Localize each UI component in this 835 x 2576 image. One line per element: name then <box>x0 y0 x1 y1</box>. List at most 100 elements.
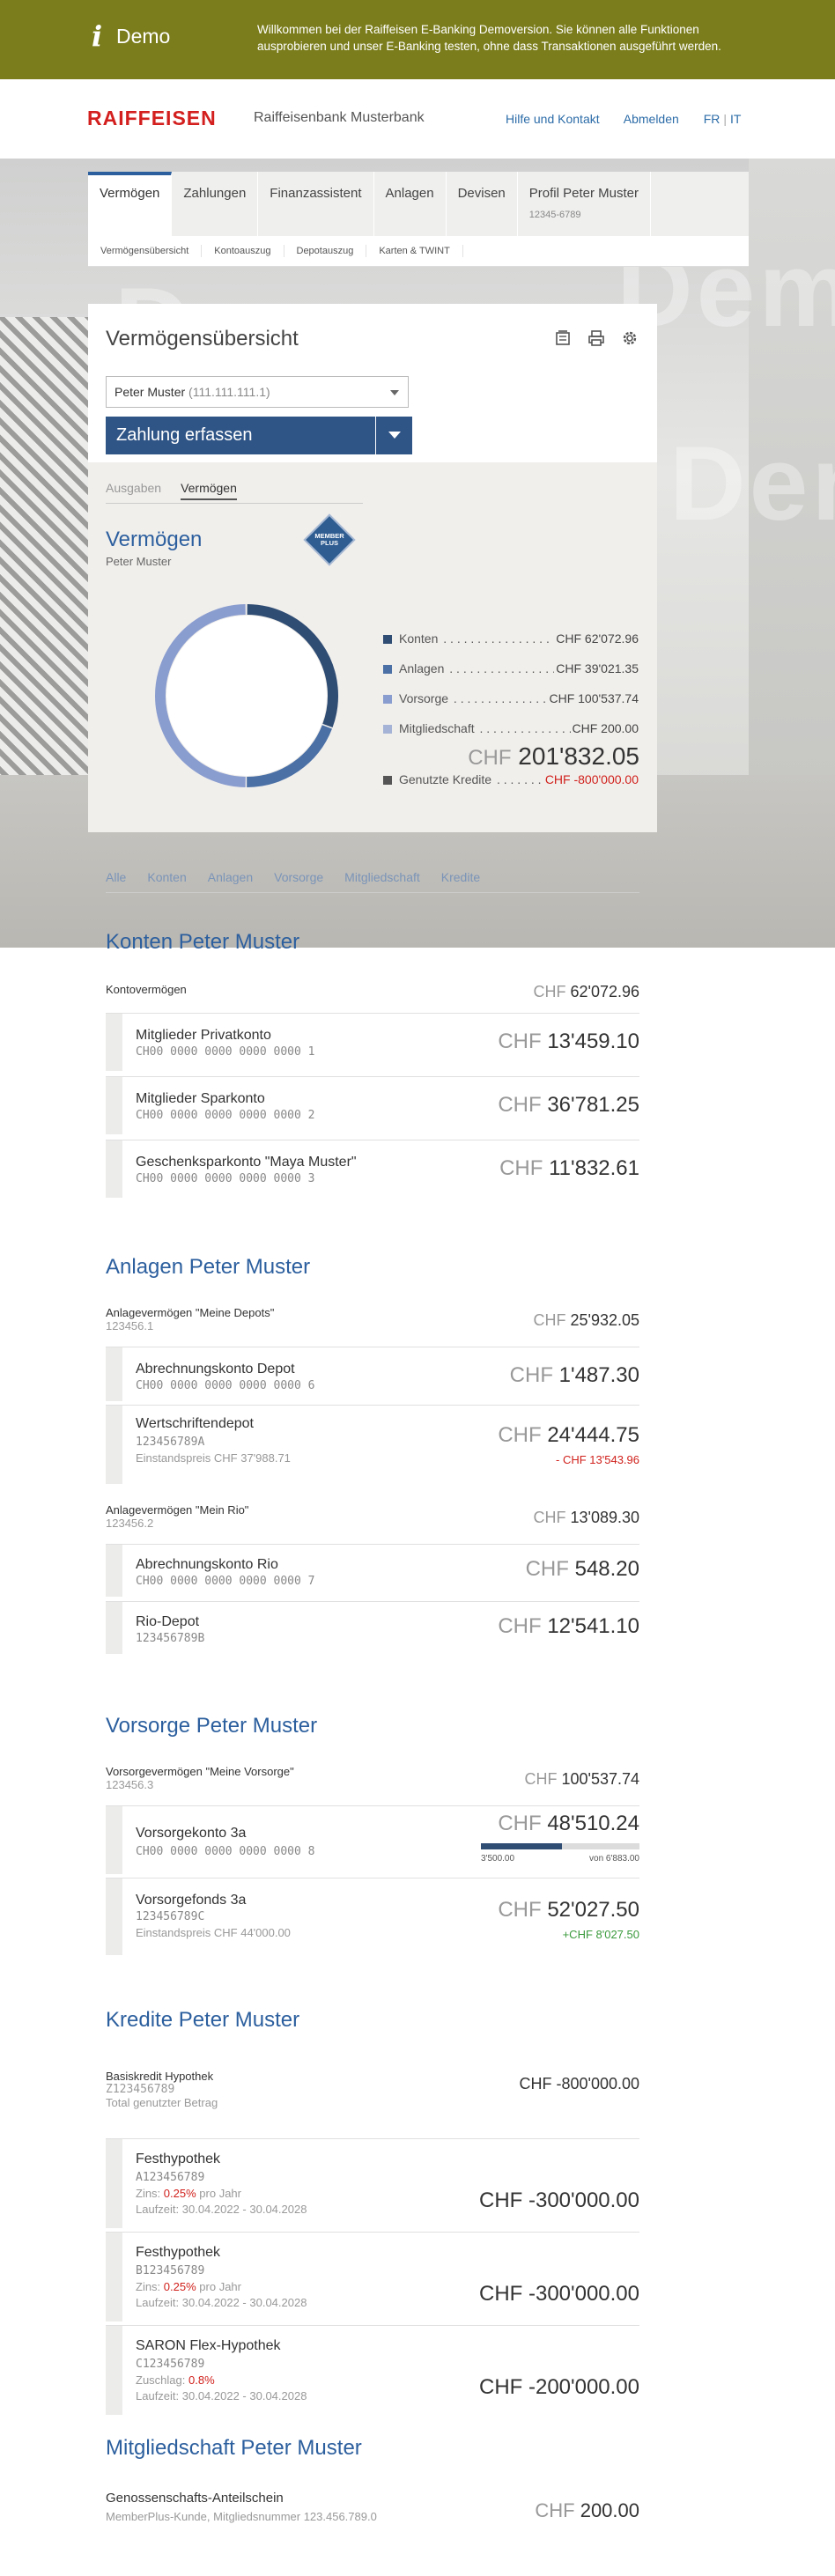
mortgage-rate: Zuschlag: 0.8% <box>136 2373 215 2387</box>
account-amount: CHF 548.20 <box>525 1557 639 1581</box>
total-assets: CHF 201'832.05 <box>468 742 639 770</box>
nav-tab[interactable]: Finanzassistent <box>258 172 374 236</box>
mortgage-number: C123456789 <box>136 2358 205 2371</box>
nav-tab[interactable]: Devisen <box>447 172 518 236</box>
account-amount: CHF 52'027.50 <box>498 1898 639 1922</box>
mortgage-term: Laufzeit: 30.04.2022 - 30.04.2028 <box>136 2296 307 2309</box>
legend-swatch <box>383 695 392 704</box>
filter-link[interactable]: Anlagen <box>208 870 253 884</box>
group-kontovermoegen[interactable]: Kontovermögen CHF 62'072.96 <box>106 983 639 1009</box>
assets-heading: Vermögen <box>106 528 203 551</box>
group-mein-rio[interactable]: Anlagevermögen "Mein Rio" 123456.2 CHF 1… <box>106 1503 639 1535</box>
help-link[interactable]: Hilfe und Kontakt <box>506 112 600 126</box>
print-icon[interactable] <box>587 328 606 348</box>
account-row[interactable]: Mitglieder Sparkonto CH00 0000 0000 0000 … <box>106 1076 639 1134</box>
legend-label: Mitgliedschaft <box>399 721 475 735</box>
credit-legend-row: Genutzte Kredite . . . . . . . . . . . .… <box>383 772 639 790</box>
filter-link[interactable]: Alle <box>106 870 126 884</box>
lang-it-link[interactable]: IT <box>730 112 741 126</box>
progress-fill <box>481 1843 562 1849</box>
progress-left-label: 3'500.00 <box>481 1854 515 1864</box>
mortgage-row[interactable]: Festhypothek A123456789 Zins: 0.25% pro Ja… <box>106 2138 639 2228</box>
demo-text: Willkommen bei der Raiffeisen E-Banking … <box>257 23 721 53</box>
account-row[interactable]: Mitglieder Privatkonto CH00 0000 0000 000… <box>106 1013 639 1071</box>
create-payment-button[interactable]: Zahlung erfassen <box>106 417 412 454</box>
raiffeisen-logo[interactable]: RAIFFEISEN <box>87 107 217 130</box>
legend-label: Anlagen <box>399 661 445 675</box>
account-number: CH00 0000 0000 0000 0000 6 <box>136 1379 315 1392</box>
asset-summary: Ausgaben Vermögen Vermögen Peter Muster … <box>88 462 657 832</box>
subnav-item[interactable]: Depotauszug <box>284 245 367 257</box>
account-amount: CHF 1'487.30 <box>509 1363 639 1387</box>
account-name: Wertschriftendepot <box>136 1416 254 1431</box>
nav-tab[interactable]: Zahlungen <box>172 172 259 236</box>
payment-dropdown-toggle[interactable] <box>375 417 412 454</box>
filter-link[interactable]: Konten <box>147 870 186 884</box>
mortgage-amount: CHF -200'000.00 <box>478 2375 639 2399</box>
nav-tab-label: Vermögen <box>100 186 160 201</box>
legend-amount: CHF 200.00 <box>570 721 639 735</box>
mortgage-name: SARON Flex-Hypothek <box>136 2338 281 2353</box>
account-row[interactable]: Abrechnungskonto Depot CH00 0000 0000 000… <box>106 1347 639 1401</box>
account-amount: CHF 36'781.25 <box>498 1093 639 1117</box>
account-subtext: Einstandspreis CHF 44'000.00 <box>136 1926 291 1939</box>
account-number: CH00 0000 0000 0000 0000 7 <box>136 1575 315 1588</box>
account-number: CH00 0000 0000 0000 0000 1 <box>136 1045 315 1059</box>
legend-amount: CHF 62'072.96 <box>554 631 639 646</box>
group-basiskredit[interactable]: Basiskredit Hypothek Z123456789 Total ge… <box>106 2070 639 2118</box>
group-meine-depots[interactable]: Anlagevermögen "Meine Depots" 123456.1 C… <box>106 1306 639 1338</box>
mortgage-row[interactable]: SARON Flex-Hypothek C123456789 Zuschlag: 0… <box>106 2325 639 2415</box>
account-name: Abrechnungskonto Rio <box>136 1557 278 1572</box>
nav-tab-sub: 12345-6789 <box>528 210 581 220</box>
filter-link[interactable]: Kredite <box>441 870 480 884</box>
account-row[interactable]: Vorsorgefonds 3a 123456789C Einstandspreis… <box>106 1878 639 1955</box>
subnav-item[interactable]: Vermögensübersicht <box>88 245 203 257</box>
section-title: Mitgliedschaft Peter Muster <box>106 2436 362 2460</box>
account-amount: CHF 13'459.10 <box>498 1030 639 1053</box>
account-subtext: Einstandspreis CHF 37'988.71 <box>136 1451 291 1465</box>
legend-swatch <box>383 665 392 674</box>
account-row[interactable]: Vorsorgekonto 3a CH00 0000 0000 0000 0000… <box>106 1805 639 1874</box>
nav-tab-label: Finanzassistent <box>270 186 362 201</box>
group-meine-vorsorge[interactable]: Vorsorgevermögen "Meine Vorsorge" 123456… <box>106 1765 639 1797</box>
info-icon: i <box>92 19 103 53</box>
filter-link[interactable]: Mitgliedschaft <box>344 870 420 884</box>
mortgage-number: B123456789 <box>136 2264 205 2277</box>
filter-link[interactable]: Vorsorge <box>274 870 323 884</box>
mortgage-number: A123456789 <box>136 2171 205 2184</box>
tab-ausgaben[interactable]: Ausgaben <box>106 481 161 500</box>
account-name: Mitglieder Privatkonto <box>136 1028 271 1043</box>
mortgage-row[interactable]: Festhypothek B123456789 Zins: 0.25% pro Ja… <box>106 2232 639 2321</box>
legend-row: Anlagen . . . . . . . . . . . . . . . . … <box>383 661 639 679</box>
contribution-progress: 3'500.00 von 6'883.00 <box>481 1843 639 1864</box>
account-row[interactable]: Geschenksparkonto "Maya Muster" CH00 0000… <box>106 1140 639 1198</box>
customer-select[interactable]: Peter Muster (111.111.111.1) <box>106 376 409 408</box>
legend-swatch <box>383 635 392 644</box>
account-name: Vorsorgekonto 3a <box>136 1826 247 1841</box>
nav-tab-label: Profil Peter Muster <box>528 186 639 201</box>
legend-amount: CHF 39'021.35 <box>554 661 639 675</box>
membership-row[interactable]: Genossenschafts-Anteilschein MemberPlus-… <box>106 2491 639 2535</box>
account-row[interactable]: Abrechnungskonto Rio CH00 0000 0000 0000 … <box>106 1544 639 1597</box>
account-number: CH00 0000 0000 0000 0000 3 <box>136 1172 315 1185</box>
tab-vermoegen[interactable]: Vermögen <box>181 481 237 500</box>
account-amount: CHF 12'541.10 <box>498 1614 639 1638</box>
subnav-item[interactable]: Kontoauszug <box>202 245 284 257</box>
nav-tab-label: Devisen <box>457 186 506 201</box>
account-name: Rio-Depot <box>136 1614 200 1629</box>
gear-icon[interactable] <box>620 328 639 348</box>
nav-tab[interactable]: Anlagen <box>374 172 447 236</box>
account-row[interactable]: Wertschriftendepot 123456789A Einstandspre… <box>106 1405 639 1484</box>
header: RAIFFEISEN Raiffeisenbank Musterbank Hil… <box>0 79 835 159</box>
overview-card: Vermögensübersicht Peter Muster (111.111… <box>88 304 657 832</box>
page-title: Vermögensübersicht <box>106 327 299 351</box>
account-number: CH00 0000 0000 0000 0000 2 <box>136 1109 315 1122</box>
account-row[interactable]: Rio-Depot 123456789B CHF 12'541.10 <box>106 1601 639 1654</box>
nav-tab[interactable]: Vermögen <box>88 172 173 236</box>
logout-link[interactable]: Abmelden <box>624 112 679 126</box>
nav-tab[interactable]: Profil Peter Muster 12345-6789 <box>518 172 651 236</box>
doc-stack-icon[interactable] <box>553 328 573 348</box>
lang-fr-link[interactable]: FR <box>704 112 720 126</box>
subnav-item[interactable]: Karten & TWINT <box>366 245 463 257</box>
legend-swatch <box>383 776 392 785</box>
